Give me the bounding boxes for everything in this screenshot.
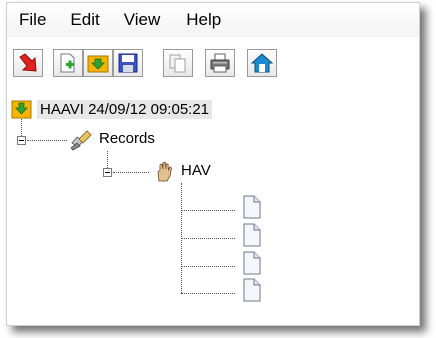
menu-view[interactable]: View [110,5,171,35]
tree-connector [21,119,22,136]
document-icon[interactable] [243,195,261,219]
tree-connector [181,293,235,294]
copy-icon [169,54,186,73]
copy-button[interactable] [163,49,193,77]
tree-view[interactable]: HAAVI 24/09/12 09:05:21 Records HAV [7,95,419,325]
save-disk-icon [118,53,138,73]
home-icon [251,53,273,73]
hav-expander[interactable] [103,168,112,177]
open-folder-icon [87,55,109,73]
document-icon[interactable] [243,278,261,302]
new-button[interactable] [53,49,83,77]
exit-button[interactable] [13,49,43,77]
exit-arrow-icon [19,53,37,72]
home-button[interactable] [247,49,277,77]
folder-download-icon [11,100,32,119]
document-icon[interactable] [243,251,261,275]
menu-file[interactable]: File [7,5,56,35]
save-button[interactable] [113,49,143,77]
print-icon [210,53,230,73]
pencil-icon [70,130,92,151]
records-expander[interactable] [17,136,26,145]
tree-connector [113,172,149,173]
menu-help[interactable]: Help [170,5,231,35]
open-button[interactable] [83,49,113,77]
menu-bar: File Edit View Help [7,3,419,37]
tree-connector [181,210,235,211]
tree-connector [107,151,108,168]
tree-node-hav[interactable]: HAV [181,162,211,179]
menu-edit[interactable]: Edit [56,5,109,35]
document-icon[interactable] [243,223,261,247]
application-window: File Edit View Help HAAVI 24/09/12 09:05… [6,2,420,326]
tree-connector [181,238,235,239]
new-document-icon [60,53,75,73]
hand-icon [157,161,172,182]
toolbar [7,43,419,85]
tree-node-records[interactable]: Records [99,130,155,147]
tree-connector [181,266,235,267]
print-button[interactable] [205,49,235,77]
tree-connector [27,140,67,141]
tree-node-root[interactable]: HAAVI 24/09/12 09:05:21 [37,100,213,119]
